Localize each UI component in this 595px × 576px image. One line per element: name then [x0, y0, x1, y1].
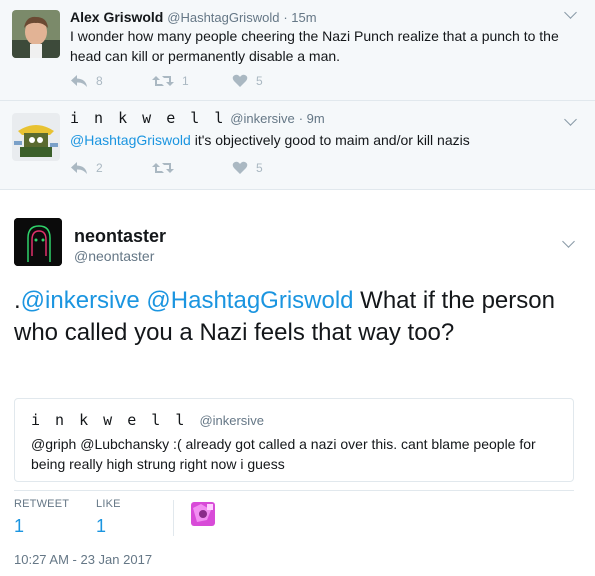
tweet-text-body: it's objectively good to maim and/or kil…: [190, 132, 470, 148]
liker-avatar[interactable]: [191, 502, 215, 526]
like-count: 5: [256, 74, 263, 88]
reply-button[interactable]: 8: [70, 74, 103, 88]
retweet-icon: [152, 76, 174, 86]
like-button[interactable]: 5: [232, 161, 263, 175]
reply-tweet[interactable]: Alex Griswold @HashtagGriswold · 15m I w…: [0, 0, 595, 101]
reply-button[interactable]: 2: [70, 161, 103, 175]
retweet-label: RETWEET: [14, 498, 70, 510]
tweet-text: @HashtagGriswold it's objectively good t…: [70, 130, 580, 150]
tweet-time[interactable]: · 15m: [283, 10, 316, 25]
retweet-icon: [152, 163, 174, 173]
reply-icon: [71, 162, 87, 174]
reply-count: 8: [96, 74, 103, 88]
author-handle[interactable]: @neontaster: [74, 248, 154, 264]
author-handle[interactable]: @HashtagGriswold: [167, 10, 279, 25]
tweet-time[interactable]: · 9m: [299, 111, 325, 126]
author-handle[interactable]: @inkersive: [230, 111, 295, 126]
avatar[interactable]: [14, 218, 62, 266]
author-name[interactable]: Alex Griswold: [70, 9, 163, 25]
like-stat[interactable]: LIKE 1: [96, 498, 121, 537]
divider: [173, 500, 174, 536]
chevron-down-icon[interactable]: [564, 6, 577, 19]
reply-tweet[interactable]: i n k w e l l @inkersive · 9m @HashtagGr…: [0, 101, 595, 190]
tweet-timestamp[interactable]: 10:27 AM - 23 Jan 2017: [14, 552, 152, 567]
tweet-text: I wonder how many people cheering the Na…: [70, 28, 559, 64]
like-button[interactable]: 5: [232, 74, 263, 88]
retweet-count: 1: [182, 74, 189, 88]
heart-icon: [232, 74, 248, 87]
author-name[interactable]: i n k w e l l: [70, 109, 226, 127]
retweet-button[interactable]: 1: [152, 74, 189, 88]
tweet-text: .@inkersive @HashtagGriswold What if the…: [14, 285, 574, 349]
mention-link[interactable]: @HashtagGriswold: [70, 132, 191, 148]
chevron-down-icon[interactable]: [564, 113, 577, 126]
quote-text: @griph @Lubchansky :( already got called…: [31, 436, 536, 472]
heart-icon: [232, 161, 248, 174]
tweet-header: i n k w e l l @inkersive · 9m: [70, 109, 325, 127]
divider: [14, 490, 574, 491]
like-count: 5: [256, 161, 263, 175]
retweet-stat[interactable]: RETWEET 1: [14, 498, 69, 537]
quote-author-handle: @inkersive: [199, 413, 264, 428]
quoted-tweet[interactable]: i n k w e l l @inkersive @griph @Lubchan…: [14, 398, 574, 482]
reply-icon: [71, 75, 87, 87]
tweet-header: Alex Griswold @HashtagGriswold · 15m: [70, 9, 317, 25]
reply-count: 2: [96, 161, 103, 175]
quote-author-name: i n k w e l l: [31, 411, 188, 429]
retweet-stat-count: 1: [14, 516, 25, 536]
mention-link[interactable]: @inkersive: [21, 287, 140, 314]
retweet-button[interactable]: [152, 161, 174, 175]
avatar[interactable]: [12, 10, 60, 58]
mention-link[interactable]: @HashtagGriswold: [146, 287, 353, 314]
quote-header: i n k w e l l @inkersive: [31, 411, 264, 429]
avatar[interactable]: [12, 113, 60, 161]
chevron-down-icon[interactable]: [562, 235, 575, 248]
author-name[interactable]: neontaster: [74, 226, 166, 247]
like-label: LIKE: [96, 498, 121, 510]
like-stat-count: 1: [96, 516, 107, 536]
tweet-prefix: .: [14, 287, 21, 314]
